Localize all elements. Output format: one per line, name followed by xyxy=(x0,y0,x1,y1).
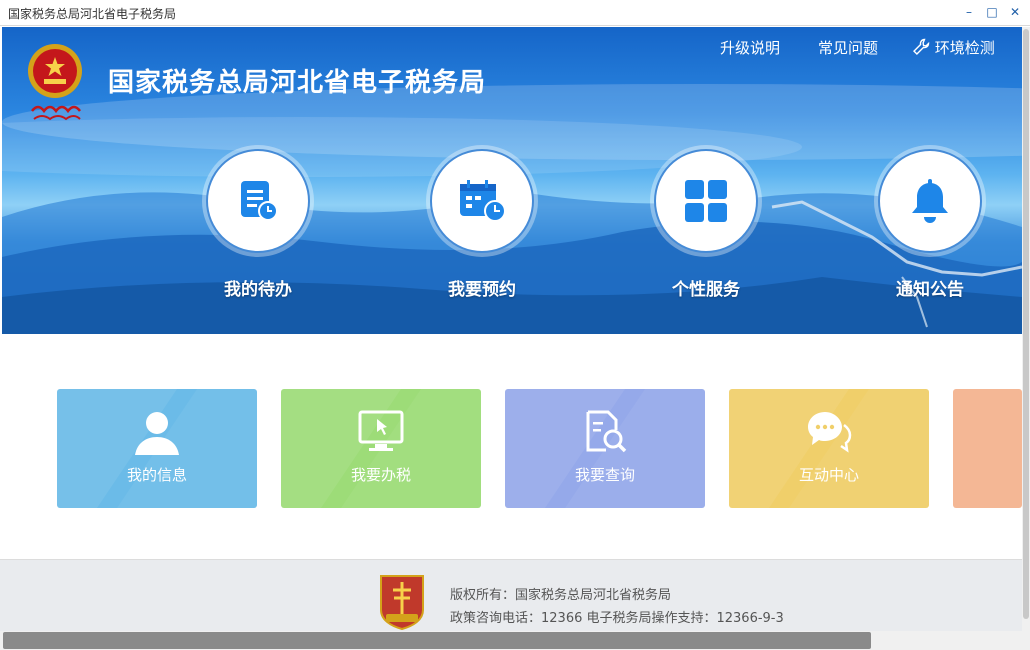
service-circle xyxy=(654,149,758,253)
close-button[interactable]: ✕ xyxy=(1004,3,1026,21)
tile-interaction[interactable]: 互动中心 xyxy=(729,389,929,508)
vertical-scrollbar[interactable] xyxy=(1022,27,1030,631)
tile-label: 互动中心 xyxy=(798,466,859,484)
footer-copyright: 版权所有：国家税务总局河北省税务局 xyxy=(450,588,672,603)
footer: 版权所有：国家税务总局河北省税务局 政策咨询电话：12366 电子税务局操作支持… xyxy=(0,559,1022,631)
maximize-button[interactable]: □ xyxy=(981,3,1003,21)
service-my-todo[interactable]: 我的待办 xyxy=(206,149,310,300)
tile-my-info[interactable]: 我的信息 xyxy=(57,389,257,508)
service-circle xyxy=(878,149,982,253)
site-title: 国家税务总局河北省电子税务局 xyxy=(108,68,487,98)
service-label: 我要预约 xyxy=(448,280,516,300)
bell-icon xyxy=(912,179,948,223)
service-appointment[interactable]: 我要预约 xyxy=(430,149,534,300)
tile-icon-wrap xyxy=(729,409,929,459)
grid-apps-icon xyxy=(685,180,727,222)
minimize-button[interactable]: – xyxy=(958,3,980,21)
calendar-clock-icon xyxy=(460,180,506,222)
service-label: 个性服务 xyxy=(672,280,740,300)
chat-bubble-icon xyxy=(808,412,852,453)
environment-check-label: 环境检测 xyxy=(934,39,995,57)
footer-contact: 政策咨询电话：12366 电子税务局操作支持：12366-9-3 xyxy=(450,611,784,626)
tile-handle-tax[interactable]: 我要办税 xyxy=(281,389,481,508)
monitor-cursor-icon xyxy=(358,410,404,451)
horizontal-scrollbar[interactable] xyxy=(0,631,1030,650)
service-label: 通知公告 xyxy=(896,280,964,300)
tile-query[interactable]: 我要查询 xyxy=(505,389,705,508)
window-titlebar: 国家税务总局河北省电子税务局 – □ ✕ xyxy=(0,0,1030,26)
horizontal-scrollbar-thumb[interactable] xyxy=(3,632,871,649)
tile-partial[interactable] xyxy=(953,389,1022,508)
tile-label: 我要办税 xyxy=(350,466,411,484)
service-label: 我的待办 xyxy=(224,280,292,300)
upgrade-notes-link[interactable]: 升级说明 xyxy=(720,37,780,58)
service-notices[interactable]: 通知公告 xyxy=(878,149,982,300)
wrench-icon xyxy=(913,38,930,55)
header-banner: 国家税务总局河北省电子税务局 升级说明 常见问题 环境检测 我的待办 我要预约 … xyxy=(2,27,1022,334)
window-title: 国家税务总局河北省电子税务局 xyxy=(8,7,177,21)
tile-icon-wrap xyxy=(57,409,257,459)
party-government-badge-icon xyxy=(380,575,424,630)
faq-link[interactable]: 常见问题 xyxy=(818,37,878,58)
service-personal[interactable]: 个性服务 xyxy=(654,149,758,300)
tile-label: 我要查询 xyxy=(574,466,635,484)
service-circle xyxy=(206,149,310,253)
service-circle xyxy=(430,149,534,253)
user-icon xyxy=(135,412,179,455)
vertical-scrollbar-thumb[interactable] xyxy=(1023,29,1029,619)
tile-icon-wrap xyxy=(505,409,705,459)
national-emblem-icon xyxy=(28,44,82,121)
environment-check-link[interactable]: 环境检测 xyxy=(912,37,995,58)
todo-document-icon xyxy=(241,181,278,221)
tile-icon-wrap xyxy=(281,409,481,459)
tile-label: 我的信息 xyxy=(126,466,187,484)
document-search-icon xyxy=(586,410,627,453)
